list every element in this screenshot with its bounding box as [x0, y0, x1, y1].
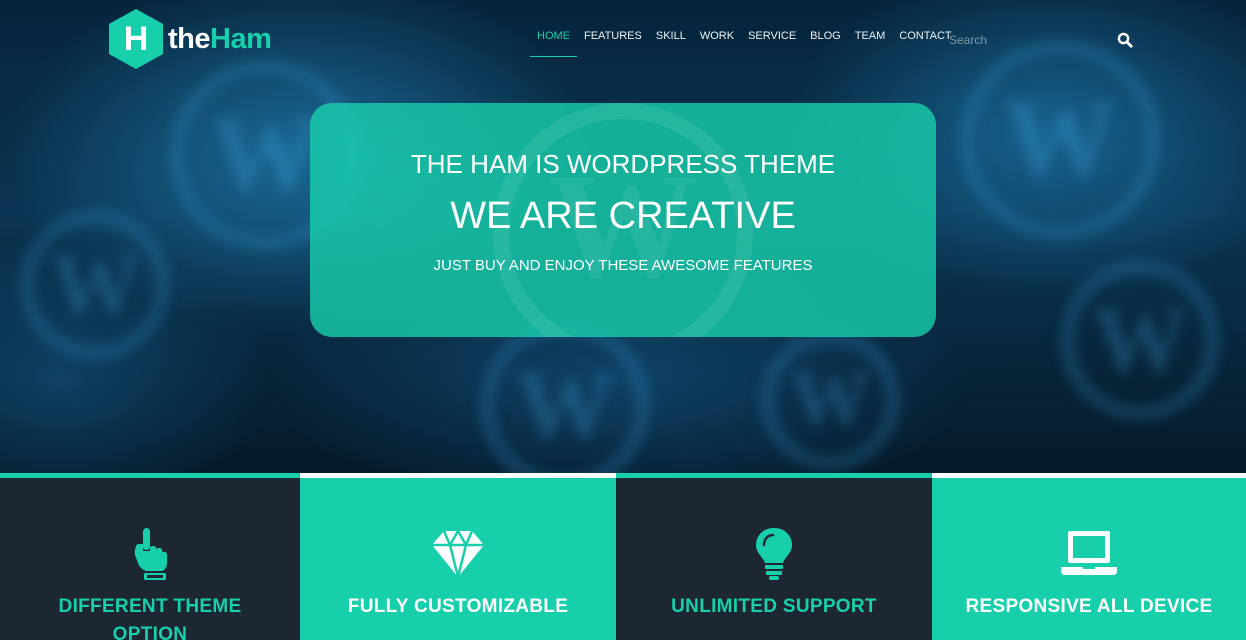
- hero-tagline: JUST BUY AND ENJOY THESE AWESOME FEATURE…: [433, 257, 813, 274]
- logo-text-part1: the: [168, 22, 211, 55]
- features-section: DIFFERENT THEME OPTION FULLY CUSTOMIZABL…: [0, 473, 1246, 640]
- logo-hexagon-icon: H: [108, 8, 164, 70]
- hero-banner: W THE HAM IS WORDPRESS THEME WE ARE CREA…: [310, 103, 936, 337]
- background-wordpress-icon: W: [1060, 260, 1220, 420]
- feature-card-fully-customizable[interactable]: FULLY CUSTOMIZABLE: [300, 478, 616, 640]
- feature-card-different-theme[interactable]: DIFFERENT THEME OPTION: [0, 473, 300, 640]
- logo-wordmark: theHam: [168, 22, 272, 56]
- nav-item-home[interactable]: HOME: [530, 29, 577, 57]
- feature-card-unlimited-support[interactable]: UNLIMITED SUPPORT: [616, 473, 932, 640]
- main-nav: HOME FEATURES SKILL WORK SERVICE BLOG TE…: [530, 29, 959, 57]
- nav-item-team[interactable]: TEAM: [848, 29, 893, 57]
- feature-title: DIFFERENT THEME OPTION: [0, 593, 300, 640]
- nav-item-skill[interactable]: SKILL: [649, 29, 693, 57]
- search-input[interactable]: [949, 31, 1109, 49]
- background-wordpress-icon: W: [480, 320, 650, 473]
- logo-letter: H: [123, 19, 149, 58]
- lightbulb-icon: [746, 525, 802, 581]
- laptop-icon: [1061, 525, 1117, 581]
- hero-title: WE ARE CREATIVE: [450, 195, 796, 237]
- accent-strip: [0, 473, 300, 478]
- search-icon[interactable]: [1117, 32, 1133, 48]
- background-wordpress-icon: W: [960, 40, 1160, 240]
- feature-card-responsive[interactable]: RESPONSIVE ALL DEVICE: [932, 478, 1246, 640]
- logo-text-part2: Ham: [210, 22, 272, 55]
- feature-title: RESPONSIVE ALL DEVICE: [965, 596, 1213, 617]
- feature-title-line: DIFFERENT THEME: [58, 596, 242, 617]
- nav-item-work[interactable]: WORK: [693, 29, 741, 57]
- nav-item-features[interactable]: FEATURES: [577, 29, 649, 57]
- hero-subtitle: THE HAM IS WORDPRESS THEME: [410, 149, 836, 179]
- nav-item-blog[interactable]: BLOG: [803, 29, 848, 57]
- nav-item-service[interactable]: SERVICE: [741, 29, 803, 57]
- background-wordpress-icon: W: [760, 330, 900, 470]
- feature-title: UNLIMITED SUPPORT: [671, 596, 877, 617]
- accent-strip: [616, 473, 932, 478]
- feature-title-line: OPTION: [112, 624, 188, 640]
- pointing-hand-icon: [122, 525, 178, 581]
- background-wordpress-icon: W: [20, 210, 170, 360]
- feature-title: FULLY CUSTOMIZABLE: [347, 596, 569, 617]
- diamond-icon: [430, 525, 486, 581]
- site-logo[interactable]: H theHam: [108, 8, 272, 70]
- hero-section: W W W W W W H theHam HOME FEATURES SKILL…: [0, 0, 1246, 473]
